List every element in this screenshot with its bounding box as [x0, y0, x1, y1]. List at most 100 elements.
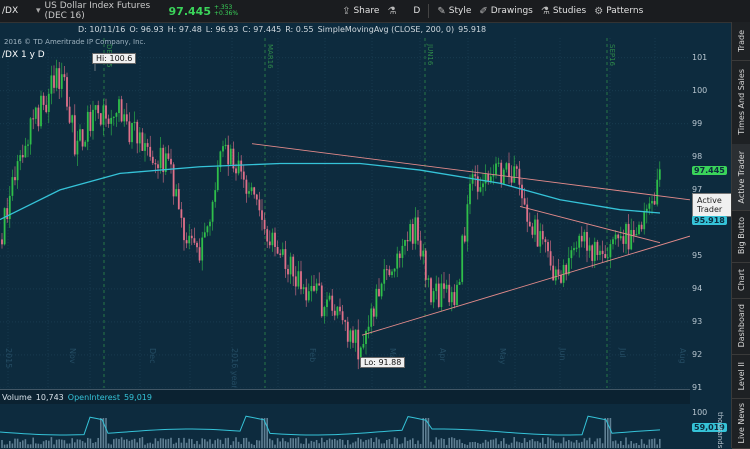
- price-tick: 91: [692, 383, 703, 392]
- candle: [24, 145, 27, 158]
- candle: [495, 163, 497, 176]
- candle: [125, 114, 128, 122]
- volume-bar: [63, 440, 66, 448]
- candle: [560, 274, 562, 283]
- candle: [203, 232, 206, 238]
- volume-bar: [448, 437, 450, 448]
- candle: [619, 236, 622, 239]
- style-button[interactable]: ✎ Style: [437, 0, 471, 22]
- volume-bar: [458, 439, 461, 448]
- volume-bar: [219, 439, 222, 448]
- period-button[interactable]: D: [413, 0, 420, 22]
- flask-button[interactable]: ⚗: [387, 0, 399, 22]
- candle: [240, 160, 243, 172]
- volume-bar: [120, 437, 123, 448]
- candle: [435, 283, 438, 292]
- tab-chart[interactable]: Chart: [732, 262, 750, 299]
- price-chart[interactable]: DEC15MAR16JUN16SEP162015NovDec2016 yearF…: [0, 38, 690, 388]
- volume-bar: [625, 437, 627, 448]
- volume-chart[interactable]: [0, 404, 690, 448]
- candle: [45, 104, 48, 113]
- candle: [398, 253, 401, 258]
- volume-value: 10,743: [35, 392, 64, 402]
- volume-bar: [40, 444, 42, 448]
- candle: [489, 176, 492, 182]
- tab-trade[interactable]: Trade: [732, 22, 750, 61]
- candle: [58, 68, 61, 89]
- candle: [157, 164, 159, 169]
- volume-bar: [425, 418, 427, 448]
- volume-bar: [97, 437, 99, 448]
- candle: [521, 184, 523, 199]
- candle: [656, 179, 659, 205]
- dropdown-arrow-icon[interactable]: ▾: [36, 6, 41, 16]
- volume-bar: [373, 441, 375, 448]
- tab-level-ii[interactable]: Level II: [732, 354, 750, 399]
- volume-bar: [404, 437, 406, 448]
- info-open: O: 96.93: [129, 24, 164, 34]
- candle: [500, 162, 503, 185]
- volume-bar: [198, 444, 201, 448]
- last-price: 97.445: [168, 4, 211, 18]
- month-label: Jun: [558, 347, 567, 361]
- candle: [211, 201, 214, 222]
- candle: [547, 242, 549, 252]
- candle: [177, 189, 180, 210]
- tab-active-trader[interactable]: Active Trader: [732, 144, 750, 211]
- volume-bar: [279, 441, 281, 448]
- candle: [541, 231, 544, 240]
- candle: [567, 258, 570, 275]
- symbol-field[interactable]: /DX: [0, 6, 32, 16]
- volume-bar: [568, 439, 570, 448]
- tab-times-and-sales[interactable]: Times And Sales: [732, 60, 750, 145]
- price-tick: 100: [692, 85, 708, 95]
- candle: [630, 229, 633, 250]
- study-name[interactable]: SimpleMovingAvg (CLOSE, 200, 0): [318, 25, 455, 34]
- volume-bar: [3, 444, 6, 448]
- tab-live-news[interactable]: Live News: [732, 398, 750, 449]
- month-label: May: [498, 348, 507, 365]
- candle: [159, 147, 162, 169]
- flask-icon: ⚗: [387, 5, 397, 17]
- volume-bar: [266, 418, 268, 448]
- candle: [453, 292, 456, 306]
- patterns-button[interactable]: ⚙ Patterns: [594, 0, 643, 22]
- drawings-button[interactable]: ✐ Drawings: [479, 0, 533, 22]
- volume-bar: [14, 438, 16, 448]
- trendline-lower: [361, 235, 690, 336]
- volume-bar: [24, 439, 27, 448]
- volume-bar: [113, 439, 115, 448]
- share-button[interactable]: ⇪ Share: [342, 0, 379, 22]
- candle: [513, 166, 516, 183]
- candle: [235, 168, 237, 174]
- studies-button[interactable]: ⚗ Studies: [541, 0, 586, 22]
- volume-bar: [206, 441, 209, 448]
- volume-bar: [609, 418, 612, 448]
- candle: [388, 269, 391, 276]
- volume-bar: [157, 441, 159, 448]
- candle: [185, 240, 188, 244]
- candle: [162, 147, 165, 172]
- volume-bar: [22, 440, 24, 448]
- volume-bar: [58, 439, 60, 448]
- volume-bar: [440, 438, 443, 448]
- candle: [492, 175, 495, 177]
- tab-big-buttons[interactable]: Big Butto: [732, 210, 750, 263]
- candle: [575, 247, 578, 249]
- candle: [570, 250, 573, 259]
- volume-bar: [492, 439, 495, 448]
- volume-bar: [614, 440, 617, 448]
- price-tick: 94: [692, 283, 703, 293]
- candle: [409, 224, 412, 242]
- volume-bar: [362, 441, 365, 448]
- tab-dashboard[interactable]: Dashboard: [732, 298, 750, 355]
- volume-bar: [443, 438, 445, 448]
- candle: [55, 68, 58, 88]
- candle: [651, 201, 653, 204]
- candle: [84, 141, 87, 147]
- candle: [81, 129, 84, 147]
- volume-bar: [204, 439, 206, 448]
- volume-bar: [380, 443, 383, 448]
- candle: [336, 306, 339, 316]
- candle: [648, 203, 651, 209]
